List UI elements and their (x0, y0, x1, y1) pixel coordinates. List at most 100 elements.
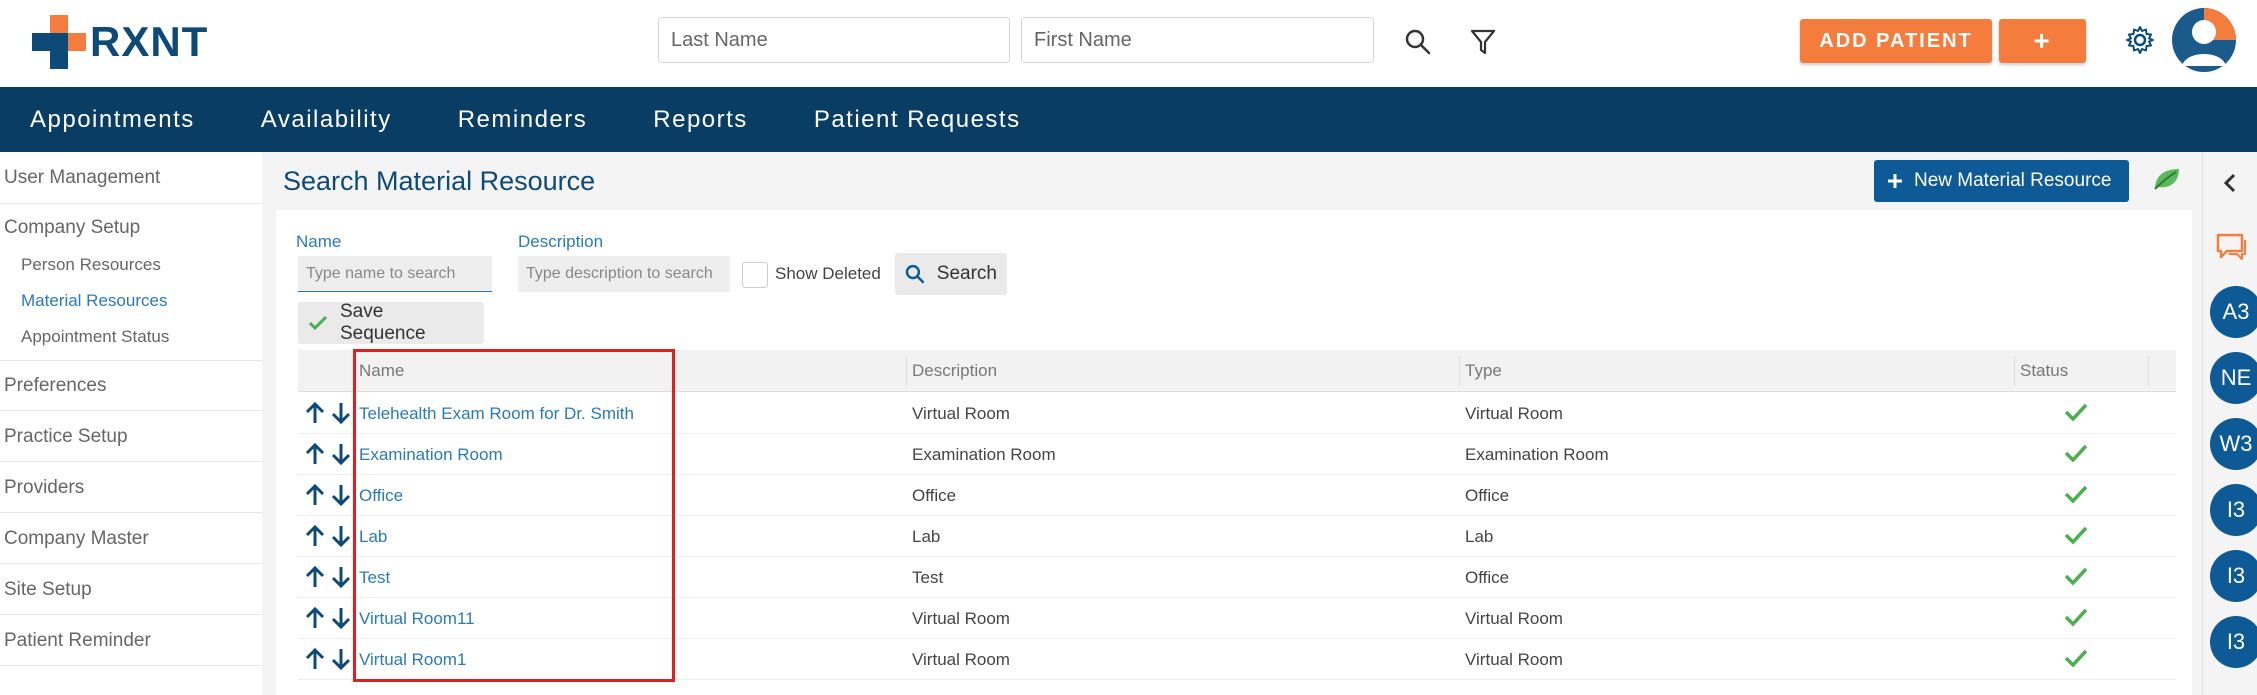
column-header-type[interactable]: Type (1465, 350, 1502, 392)
sidebar-divider (0, 461, 262, 462)
nav-reminders[interactable]: Reminders (458, 106, 588, 134)
search-button[interactable]: Search (895, 253, 1007, 295)
sidebar-item-company-master[interactable]: Company Master (4, 528, 149, 550)
sidebar-item-person-resources[interactable]: Person Resources (21, 255, 161, 275)
sidebar-divider (0, 614, 262, 615)
status-active-icon (2064, 444, 2088, 463)
arrow-down-icon[interactable] (330, 647, 352, 671)
chat-icon[interactable] (2215, 232, 2249, 262)
sidebar-item-preferences[interactable]: Preferences (4, 375, 106, 397)
resource-name-link[interactable]: Telehealth Exam Room for Dr. Smith (359, 393, 634, 434)
arrow-down-icon[interactable] (330, 401, 352, 425)
status-active-icon (2064, 608, 2088, 627)
save-sequence-button[interactable]: Save Sequence (298, 301, 484, 344)
add-patient-button[interactable]: ADD PATIENT (1800, 19, 1992, 63)
right-rail: A3 NE W3 I3 I3 I3 (2202, 152, 2257, 695)
status-active-icon (2064, 403, 2088, 422)
arrow-down-icon[interactable] (330, 524, 352, 548)
new-material-resource-button[interactable]: New Material Resource (1874, 160, 2129, 202)
filter-icon[interactable] (1465, 24, 1501, 60)
arrow-down-icon[interactable] (330, 565, 352, 589)
new-material-resource-label: New Material Resource (1914, 170, 2112, 191)
queue-bubble-4[interactable]: I3 (2210, 484, 2257, 536)
column-header-status[interactable]: Status (2020, 350, 2068, 392)
main-content: Search Material Resource New Material Re… (262, 152, 2202, 695)
leaf-icon[interactable] (2152, 166, 2182, 192)
table-row: Examination Room Examination Room Examinat… (298, 434, 2176, 475)
name-label: Name (296, 232, 342, 251)
arrow-up-icon[interactable] (304, 442, 326, 466)
sidebar-item-providers[interactable]: Providers (4, 477, 84, 499)
nav-availability[interactable]: Availability (261, 106, 392, 134)
reorder-controls (304, 524, 352, 548)
main-nav: Appointments Availability Reminders Repo… (0, 87, 2257, 152)
table-header: Name Description Type Status (298, 350, 2176, 392)
column-separator (1459, 356, 1460, 386)
arrow-up-icon[interactable] (304, 524, 326, 548)
arrow-up-icon[interactable] (304, 647, 326, 671)
first-name-input[interactable] (1021, 17, 1374, 63)
column-separator (906, 356, 907, 386)
reorder-controls (304, 647, 352, 671)
column-separator (2148, 356, 2149, 386)
arrow-down-icon[interactable] (330, 606, 352, 630)
resource-type: Virtual Room (1465, 609, 1563, 628)
search-icon[interactable] (1400, 24, 1436, 60)
sidebar-item-user-management[interactable]: User Management (4, 167, 160, 189)
arrow-up-icon[interactable] (304, 483, 326, 507)
chevron-left-icon[interactable] (2220, 172, 2240, 194)
resource-type: Lab (1465, 527, 1494, 546)
quick-add-button[interactable]: + (1999, 19, 2086, 63)
resource-type: Examination Room (1465, 445, 1609, 464)
sidebar-divider (0, 203, 262, 204)
sidebar-item-material-resources[interactable]: Material Resources (21, 291, 167, 311)
plus-icon (1888, 174, 1902, 188)
status-active-icon (2064, 526, 2088, 545)
nav-patient-requests[interactable]: Patient Requests (814, 106, 1021, 134)
reorder-controls (304, 606, 352, 630)
nav-appointments[interactable]: Appointments (30, 106, 195, 134)
last-name-input[interactable] (658, 17, 1010, 63)
nav-reports[interactable]: Reports (653, 106, 748, 134)
resource-name-link[interactable]: Examination Room (359, 434, 503, 475)
resource-name-link[interactable]: Virtual Room1 (359, 639, 466, 680)
arrow-up-icon[interactable] (304, 565, 326, 589)
user-avatar[interactable] (2172, 8, 2236, 72)
sidebar-item-practice-setup[interactable]: Practice Setup (4, 426, 128, 448)
resource-name-link[interactable]: Lab (359, 516, 387, 557)
status-active-icon (2064, 485, 2088, 504)
arrow-up-icon[interactable] (304, 606, 326, 630)
reorder-controls (304, 401, 352, 425)
arrow-down-icon[interactable] (330, 442, 352, 466)
table-row: Telehealth Exam Room for Dr. Smith Virtua… (298, 393, 2176, 434)
sidebar-item-company-setup[interactable]: Company Setup (4, 217, 140, 239)
show-deleted-checkbox[interactable] (742, 262, 768, 288)
sidebar-item-appointment-status[interactable]: Appointment Status (21, 327, 169, 347)
column-header-description[interactable]: Description (912, 350, 997, 392)
arrow-down-icon[interactable] (330, 483, 352, 507)
sidebar-item-patient-reminder[interactable]: Patient Reminder (4, 630, 151, 652)
column-header-name[interactable]: Name (359, 350, 404, 392)
resource-name-link[interactable]: Virtual Room11 (359, 598, 475, 639)
resource-name-link[interactable]: Test (359, 557, 390, 598)
queue-bubble-1[interactable]: A3 (2210, 286, 2257, 338)
description-search-input[interactable] (518, 256, 730, 292)
queue-bubble-3[interactable]: W3 (2210, 418, 2257, 470)
page-title: Search Material Resource (283, 166, 596, 196)
sidebar-item-site-setup[interactable]: Site Setup (4, 579, 92, 601)
queue-bubble-5[interactable]: I3 (2210, 550, 2257, 602)
queue-bubble-6[interactable]: I3 (2210, 616, 2257, 668)
name-search-input[interactable] (298, 256, 492, 292)
show-deleted-label: Show Deleted (775, 264, 881, 283)
table-row: Office Office Office (298, 475, 2176, 516)
rxnt-logo[interactable]: RXNT (32, 14, 208, 70)
resource-description: Lab (912, 527, 941, 546)
arrow-up-icon[interactable] (304, 401, 326, 425)
save-sequence-label: Save Sequence (339, 301, 426, 344)
resource-name-link[interactable]: Office (359, 475, 403, 516)
gear-icon[interactable] (2122, 22, 2158, 58)
resource-type: Virtual Room (1465, 404, 1563, 423)
queue-bubble-2[interactable]: NE (2210, 352, 2257, 404)
table-row: Test Test Office (298, 557, 2176, 598)
column-separator (353, 356, 354, 386)
